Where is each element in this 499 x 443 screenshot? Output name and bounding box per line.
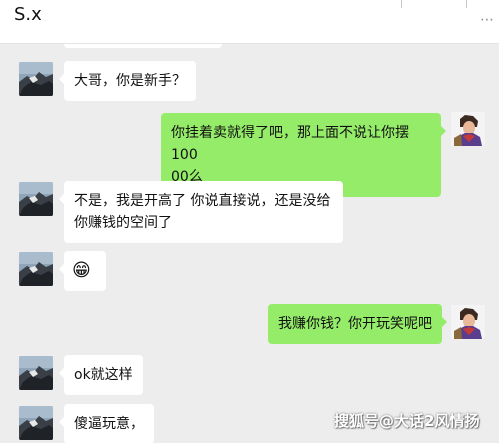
contact-avatar-image bbox=[19, 406, 53, 440]
self-avatar[interactable] bbox=[451, 112, 485, 146]
message-text: 大哥，你是新手？ bbox=[74, 73, 186, 89]
grin-emoji-icon: 😁 bbox=[72, 260, 91, 281]
contact-avatar[interactable] bbox=[19, 252, 53, 286]
contact-avatar-image bbox=[19, 252, 53, 286]
more-options-icon[interactable]: ⋯ bbox=[480, 12, 495, 28]
contact-avatar[interactable] bbox=[19, 182, 53, 216]
contact-avatar-image bbox=[19, 356, 53, 390]
message-bubble-incoming[interactable]: 傻逼玩意， bbox=[59, 404, 154, 443]
message-text: 不是，我是开高了 你说直接说，还是没给 bbox=[74, 193, 331, 209]
previous-message-bubble bbox=[64, 44, 222, 48]
message-text: 你赚钱的空间了 bbox=[74, 215, 172, 231]
contact-avatar[interactable] bbox=[19, 62, 53, 96]
source-watermark: 搜狐号@大话2风情扬 bbox=[334, 412, 480, 430]
contact-avatar[interactable] bbox=[19, 356, 53, 390]
message-bubble-incoming[interactable]: 😁 bbox=[59, 251, 106, 291]
message-text: 你挂着卖就得了吧，那上面不说让你摆100 bbox=[171, 125, 409, 163]
message-bubble-incoming[interactable]: ok就这样 bbox=[59, 355, 143, 395]
contact-avatar-image bbox=[19, 62, 53, 96]
message-bubble-incoming[interactable]: 大哥，你是新手？ bbox=[59, 61, 196, 101]
header-divider bbox=[466, 0, 467, 8]
message-text: 我赚你钱？你开玩笑呢吧 bbox=[278, 316, 432, 332]
contact-avatar[interactable] bbox=[19, 406, 53, 440]
header-divider bbox=[401, 0, 402, 8]
self-avatar-image bbox=[451, 305, 485, 339]
contact-name[interactable]: S.x bbox=[14, 4, 42, 25]
message-bubble-outgoing[interactable]: 我赚你钱？你开玩笑呢吧 bbox=[268, 304, 447, 344]
chat-header: S.x ⋯ bbox=[0, 0, 499, 44]
self-avatar[interactable] bbox=[451, 305, 485, 339]
message-text: 傻逼玩意， bbox=[74, 416, 144, 432]
message-bubble-incoming[interactable]: 不是，我是开高了 你说直接说，还是没给 你赚钱的空间了 bbox=[59, 181, 343, 243]
self-avatar-image bbox=[451, 112, 485, 146]
message-text: ok就这样 bbox=[74, 367, 133, 383]
contact-avatar-image bbox=[19, 182, 53, 216]
